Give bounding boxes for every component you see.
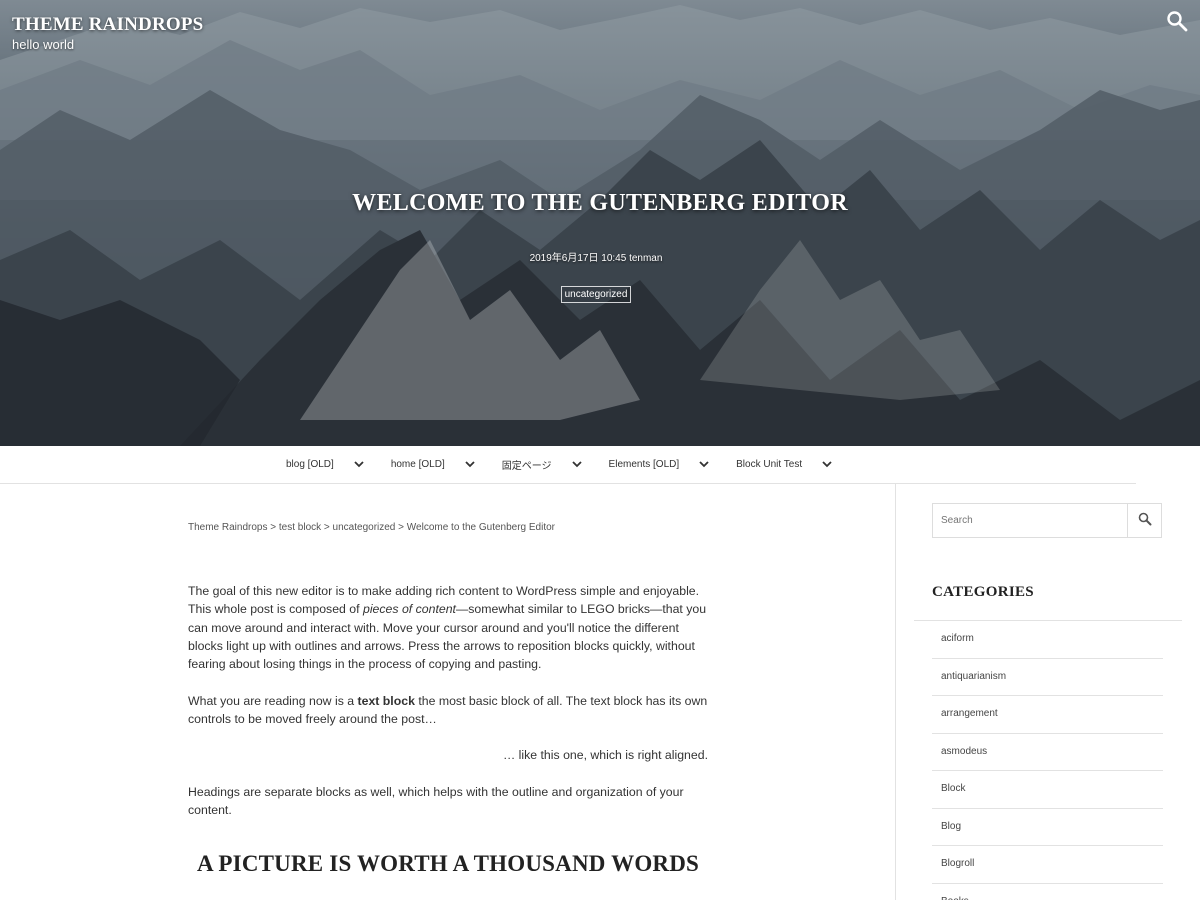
site-title[interactable]: THEME RAINDROPS: [12, 14, 203, 36]
site-header-hero: THEME RAINDROPS hello world WELCOME TO T…: [0, 0, 1200, 446]
category-item[interactable]: aciform: [932, 621, 1163, 659]
strong-text: text block: [357, 693, 415, 708]
paragraph-text: What you are reading now is a: [188, 693, 358, 708]
nav-item-label[interactable]: Elements [OLD]: [609, 459, 680, 470]
category-item[interactable]: arrangement: [932, 696, 1163, 734]
paragraph-text-block: What you are reading now is a text block…: [188, 692, 708, 729]
paragraph-intro: The goal of this new editor is to make a…: [188, 582, 708, 673]
nav-item-label[interactable]: 固定ページ: [502, 457, 552, 472]
categories-widget-title: CATEGORIES: [932, 584, 1034, 600]
search-input[interactable]: [933, 504, 1127, 537]
primary-navigation: blog [OLD] home [OLD] 固定ページ Elements [OL…: [0, 446, 1136, 484]
categories-list: aciform antiquarianism arrangement asmod…: [932, 621, 1163, 900]
chevron-down-icon[interactable]: [571, 461, 582, 468]
breadcrumb-link-home[interactable]: Theme Raindrops: [188, 522, 267, 533]
emphasis-text: pieces of content: [362, 602, 456, 617]
nav-item-label[interactable]: home [OLD]: [391, 459, 445, 470]
sidebar-divider: [895, 484, 896, 900]
mountain-background-image: [0, 5, 1200, 446]
post-title: WELCOME TO THE GUTENBERG EDITOR: [352, 190, 848, 216]
main-content: Theme Raindrops > test block > uncategor…: [188, 484, 708, 900]
sidebar-search-form: [932, 503, 1162, 538]
paragraph-right-aligned: … like this one, which is right aligned.: [502, 748, 708, 763]
chevron-down-icon[interactable]: [822, 461, 832, 468]
post-meta: 2019年6月17日 10:45 tenman: [529, 253, 663, 264]
category-item[interactable]: antiquarianism: [932, 659, 1163, 696]
breadcrumb-separator: >: [270, 522, 277, 533]
nav-item-label[interactable]: blog [OLD]: [286, 459, 334, 470]
category-item[interactable]: asmodeus: [932, 734, 1163, 771]
nav-item-fixed-pages[interactable]: 固定ページ: [502, 457, 609, 472]
post-category-wrapper: uncategorized: [0, 284, 1192, 303]
search-icon[interactable]: [1166, 10, 1188, 32]
chevron-down-icon[interactable]: [699, 461, 709, 468]
nav-item-label[interactable]: Block Unit Test: [736, 459, 802, 470]
chevron-down-icon[interactable]: [354, 461, 364, 468]
breadcrumb-link-test-block[interactable]: test block: [279, 522, 321, 533]
paragraph-headings: Headings are separate blocks as well, wh…: [188, 784, 684, 818]
nav-item-block-unit-test[interactable]: Block Unit Test: [736, 459, 859, 470]
search-icon[interactable]: [1138, 512, 1152, 526]
category-badge[interactable]: uncategorized: [560, 286, 632, 303]
breadcrumb-current: Welcome to the Gutenberg Editor: [406, 522, 556, 533]
nav-item-blog-old[interactable]: blog [OLD]: [286, 459, 391, 470]
section-heading: A PICTURE IS WORTH A THOUSAND WORDS: [196, 850, 700, 876]
breadcrumb-separator: >: [323, 522, 330, 533]
nav-item-elements-old[interactable]: Elements [OLD]: [609, 459, 737, 470]
breadcrumb: Theme Raindrops > test block > uncategor…: [188, 522, 555, 533]
nav-menu: blog [OLD] home [OLD] 固定ページ Elements [OL…: [286, 446, 859, 483]
nav-item-home-old[interactable]: home [OLD]: [391, 459, 502, 470]
category-item[interactable]: Blogroll: [932, 846, 1163, 884]
category-item[interactable]: Books: [932, 884, 1163, 900]
breadcrumb-link-uncategorized[interactable]: uncategorized: [333, 522, 396, 533]
search-submit-button[interactable]: [1127, 504, 1161, 537]
category-item[interactable]: Blog: [932, 809, 1163, 846]
breadcrumb-separator: >: [398, 522, 404, 533]
category-item[interactable]: Block: [932, 771, 1163, 809]
chevron-down-icon[interactable]: [465, 461, 475, 468]
post-content: The goal of this new editor is to make a…: [188, 582, 708, 877]
site-description: hello world: [12, 37, 75, 52]
sidebar: CATEGORIES aciform antiquarianism arrang…: [912, 484, 1182, 900]
